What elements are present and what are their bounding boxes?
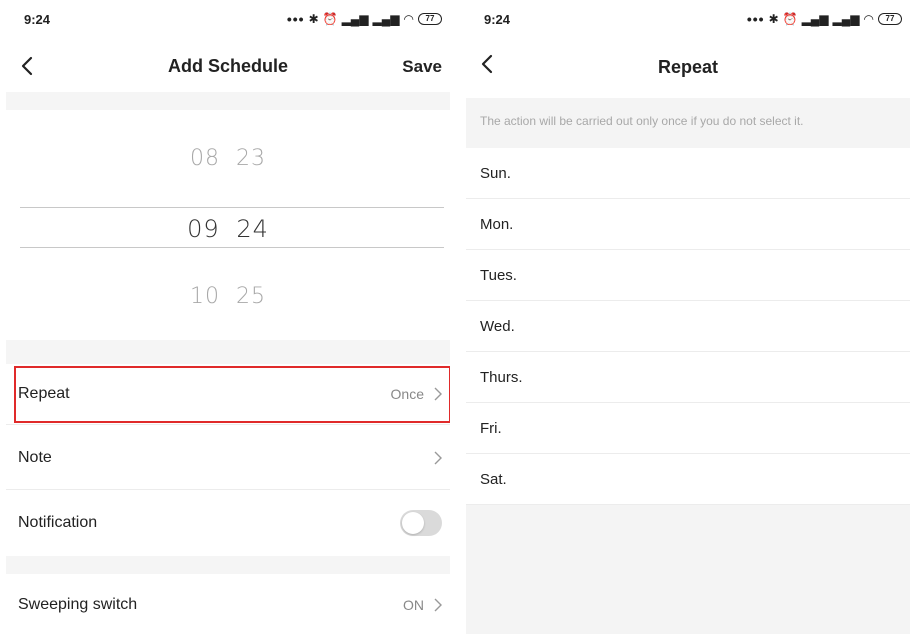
notification-label: Notification — [18, 514, 98, 531]
status-time: 9:24 — [484, 12, 511, 27]
picker-row-prev[interactable]: 08 23 — [6, 146, 450, 171]
chevron-right-icon — [434, 598, 442, 612]
status-bar: 9:24 ••• ✱ ⏰ ▂▄▆ ▂▄▆ ◠ 77 — [466, 0, 910, 40]
more-dots-icon: ••• — [746, 11, 765, 27]
day-item-sun[interactable]: Sun. — [466, 148, 910, 199]
bluetooth-icon: ✱ — [308, 12, 319, 26]
picker-hour-prev: 08 — [190, 146, 220, 171]
wifi-icon: ◠ — [863, 12, 874, 26]
sweeping-switch-row[interactable]: Sweeping switch ON — [6, 574, 450, 634]
day-item-thurs[interactable]: Thurs. — [466, 352, 910, 403]
day-label: Wed. — [480, 318, 515, 335]
nav-bar: Repeat — [466, 40, 910, 98]
sweeping-switch-value: ON — [403, 597, 424, 613]
note-row[interactable]: Note — [6, 425, 450, 489]
picker-row-selected[interactable]: 09 24 — [6, 215, 450, 243]
status-time: 9:24 — [24, 12, 51, 27]
nav-bar: Add Schedule Save — [6, 40, 450, 92]
day-item-fri[interactable]: Fri. — [466, 403, 910, 454]
page-title: Repeat — [657, 57, 719, 77]
note-label: Note — [18, 449, 52, 466]
status-icons: ••• ✱ ⏰ ▂▄▆ ▂▄▆ ◠ 77 — [287, 10, 442, 28]
picker-row-next[interactable]: 10 25 — [6, 284, 450, 309]
save-button[interactable]: Save — [402, 57, 442, 77]
picker-selection-line-top — [20, 207, 444, 208]
signal-icon-2: ▂▄▆ — [372, 12, 400, 26]
notification-row: Notification — [6, 490, 450, 556]
day-label: Sat. — [480, 471, 507, 488]
status-icons: ••• ✱ ⏰ ▂▄▆ ▂▄▆ ◠ 77 — [747, 10, 902, 28]
alarm-icon: ⏰ — [782, 12, 798, 26]
day-label: Thurs. — [480, 369, 523, 386]
section-divider — [6, 340, 450, 364]
picker-hour-next: 10 — [190, 284, 220, 309]
signal-icon: ▂▄▆ — [801, 12, 829, 26]
picker-minute-selected: 24 — [236, 215, 269, 243]
day-item-sat[interactable]: Sat. — [466, 454, 910, 505]
wifi-icon: ◠ — [403, 12, 414, 26]
toggle-knob — [402, 512, 424, 534]
bluetooth-icon: ✱ — [768, 12, 779, 26]
picker-minute-next: 25 — [236, 284, 266, 309]
page-title: Add Schedule — [167, 56, 288, 76]
section-divider — [6, 92, 450, 110]
repeat-screen: 9:24 ••• ✱ ⏰ ▂▄▆ ▂▄▆ ◠ 77 Repeat The act… — [466, 0, 910, 634]
battery-icon: 77 — [418, 13, 442, 25]
day-label: Sun. — [480, 165, 511, 182]
sweeping-switch-label: Sweeping switch — [18, 596, 138, 613]
add-schedule-screen: 9:24 ••• ✱ ⏰ ▂▄▆ ▂▄▆ ◠ 77 Add Schedule S… — [6, 0, 450, 634]
repeat-highlight-box — [14, 366, 450, 423]
info-text: The action will be carried out only once… — [480, 114, 804, 128]
section-divider — [6, 556, 450, 574]
alarm-icon: ⏰ — [322, 12, 338, 26]
info-banner: The action will be carried out only once… — [466, 98, 910, 148]
signal-icon-2: ▂▄▆ — [832, 12, 860, 26]
battery-icon: 77 — [878, 13, 902, 25]
picker-hour-selected: 09 — [187, 215, 220, 243]
day-item-mon[interactable]: Mon. — [466, 199, 910, 250]
more-dots-icon: ••• — [286, 11, 305, 27]
day-label: Mon. — [480, 216, 514, 233]
chevron-right-icon — [434, 451, 442, 465]
day-list: Sun. Mon. Tues. Wed. Thurs. Fri. Sat. — [466, 148, 910, 505]
day-label: Tues. — [480, 267, 517, 284]
picker-minute-prev: 23 — [236, 146, 266, 171]
picker-selection-line-bottom — [20, 247, 444, 248]
notification-toggle[interactable] — [400, 510, 442, 536]
day-label: Fri. — [480, 420, 502, 437]
status-bar: 9:24 ••• ✱ ⏰ ▂▄▆ ▂▄▆ ◠ 77 — [6, 0, 450, 40]
day-item-wed[interactable]: Wed. — [466, 301, 910, 352]
signal-icon: ▂▄▆ — [341, 12, 369, 26]
time-picker[interactable]: 08 23 09 24 10 25 — [6, 110, 450, 340]
day-item-tues[interactable]: Tues. — [466, 250, 910, 301]
